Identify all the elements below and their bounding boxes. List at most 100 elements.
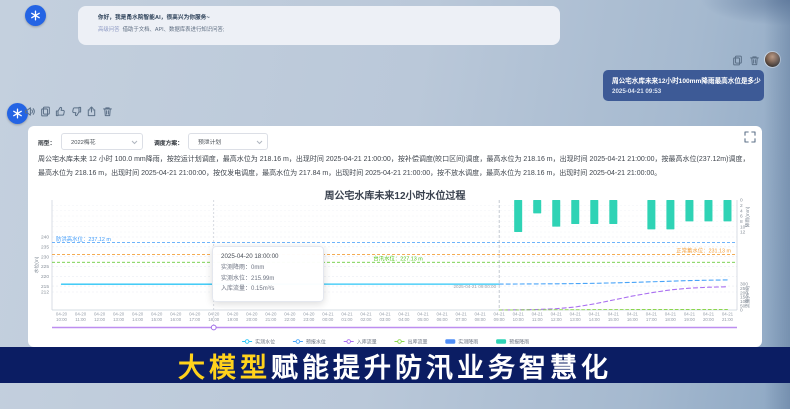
datazoom-handle[interactable] <box>211 325 216 330</box>
svg-text:04-21: 04-21 <box>532 312 544 317</box>
svg-text:08:00: 08:00 <box>475 317 487 322</box>
svg-text:04-21: 04-21 <box>703 312 715 317</box>
rain-bar <box>704 200 712 221</box>
svg-text:230: 230 <box>41 254 49 260</box>
svg-text:235: 235 <box>41 245 49 251</box>
ai-logo-icon <box>12 108 23 119</box>
copy-icon[interactable] <box>40 106 51 117</box>
chevron-down-icon <box>256 140 263 145</box>
svg-text:16:00: 16:00 <box>627 317 639 322</box>
bottom-banner: 大模型赋能提升防汛业务智慧化 <box>0 347 790 383</box>
rain-bar <box>685 200 693 221</box>
svg-text:04-20: 04-20 <box>265 312 277 317</box>
svg-text:11:00: 11:00 <box>532 317 543 322</box>
plan-label: 调度方案： <box>154 138 183 147</box>
result-panel: 雨型： 2022梅花 调度方案： 预泄计划 周公宅水库未来 12 小时 100.… <box>28 126 762 347</box>
svg-text:预报降雨: 预报降雨 <box>509 339 529 346</box>
plan-select[interactable]: 预泄计划 <box>188 133 268 150</box>
rain-bar <box>609 200 617 224</box>
svg-text:04-21: 04-21 <box>684 312 696 317</box>
tooltip-row: 实测降雨：0mm <box>221 263 315 274</box>
svg-text:10:00: 10:00 <box>56 317 68 322</box>
svg-text:台汛水位：227.13 m: 台汛水位：227.13 m <box>373 254 423 262</box>
svg-text:16:00: 16:00 <box>170 317 182 322</box>
svg-text:04-21: 04-21 <box>570 312 582 317</box>
svg-text:13:00: 13:00 <box>570 317 582 322</box>
trash-icon[interactable] <box>749 55 760 66</box>
svg-text:入库流量: 入库流量 <box>357 339 377 346</box>
forecast-summary: 周公宅水库未来 12 小时 100.0 mm降雨，按控运计划调度，最高水位为 2… <box>38 153 754 180</box>
fullscreen-icon[interactable] <box>744 131 756 143</box>
svg-text:14:00: 14:00 <box>589 317 601 322</box>
svg-text:4: 4 <box>740 208 743 214</box>
svg-text:215: 215 <box>41 284 49 290</box>
svg-text:04-21: 04-21 <box>665 312 677 317</box>
message-actions <box>732 55 760 66</box>
svg-text:15:00: 15:00 <box>151 317 163 322</box>
svg-text:04-21: 04-21 <box>322 312 334 317</box>
svg-text:04-21: 04-21 <box>646 312 658 317</box>
rain-bar <box>571 200 579 224</box>
series-预报水位 <box>499 280 727 284</box>
svg-text:00:00: 00:00 <box>322 317 334 322</box>
rain-bar <box>514 200 522 232</box>
svg-text:04-20: 04-20 <box>170 312 182 317</box>
svg-text:02:00: 02:00 <box>360 317 372 322</box>
svg-text:04-21: 04-21 <box>455 312 467 317</box>
plan-value: 预泄计划 <box>198 137 221 146</box>
app-screen: 你好，我是甬水院智能AI，很高兴为你服务~ 高级问答借助于文档、API、数据库表… <box>0 0 790 409</box>
tooltip-row: 入库流量：0.15m³/s <box>221 284 315 295</box>
rain-bar <box>647 200 655 229</box>
svg-text:04-20: 04-20 <box>132 312 144 317</box>
svg-text:防洪高水位：237.12 m: 防洪高水位：237.12 m <box>56 235 111 243</box>
svg-text:04-20: 04-20 <box>151 312 163 317</box>
user-avatar <box>765 52 780 67</box>
rain-bar <box>552 200 560 227</box>
svg-text:04-21: 04-21 <box>475 312 487 317</box>
thumbs-down-icon[interactable] <box>71 106 82 117</box>
ai-greeting-bubble: 你好，我是甬水院智能AI，很高兴为你服务~ 高级问答借助于文档、API、数据库表… <box>78 6 560 45</box>
svg-text:04-21: 04-21 <box>360 312 372 317</box>
svg-text:6: 6 <box>740 214 743 220</box>
svg-text:04-21: 04-21 <box>436 312 448 317</box>
svg-text:流量(m³/s): 流量(m³/s) <box>744 286 751 309</box>
svg-text:20:00: 20:00 <box>246 317 258 322</box>
svg-text:240: 240 <box>41 235 49 241</box>
greeting-subtitle: 高级问答借助于文档、API、数据库表进行知识问答; <box>98 25 540 33</box>
qa-mode-tag: 高级问答 <box>98 27 120 33</box>
svg-text:10:00: 10:00 <box>513 317 525 322</box>
thumbs-up-icon[interactable] <box>55 106 66 117</box>
svg-text:04-20: 04-20 <box>227 312 239 317</box>
answer-toolbar <box>24 106 113 117</box>
rain-bar <box>533 200 541 213</box>
rain-type-label: 雨型： <box>38 138 55 147</box>
svg-text:实测降雨: 实测降雨 <box>458 339 478 346</box>
svg-text:预报水位: 预报水位 <box>306 339 326 346</box>
user-message-time: 2025-04-21 09:53 <box>612 88 755 95</box>
trash-icon[interactable] <box>102 106 113 117</box>
svg-text:实测水位: 实测水位 <box>255 339 275 346</box>
copy-icon[interactable] <box>732 55 743 66</box>
svg-text:03:00: 03:00 <box>379 317 391 322</box>
svg-text:04-21: 04-21 <box>417 312 429 317</box>
svg-text:22:00: 22:00 <box>284 317 296 322</box>
svg-text:04-21: 04-21 <box>551 312 563 317</box>
export-icon[interactable] <box>86 106 97 117</box>
rain-type-select[interactable]: 2022梅花 <box>61 133 143 150</box>
svg-text:12:00: 12:00 <box>94 317 106 322</box>
svg-text:04-20: 04-20 <box>284 312 296 317</box>
banner-highlight: 大模型 <box>178 353 271 383</box>
svg-text:05:00: 05:00 <box>418 317 430 322</box>
svg-text:04-21: 04-21 <box>627 312 639 317</box>
svg-text:07:00: 07:00 <box>456 317 468 322</box>
svg-text:15:00: 15:00 <box>608 317 620 322</box>
svg-text:12:00: 12:00 <box>551 317 563 322</box>
svg-text:04-21: 04-21 <box>722 312 734 317</box>
svg-text:04-21: 04-21 <box>513 312 525 317</box>
chevron-down-icon <box>131 140 138 145</box>
svg-text:出库流量: 出库流量 <box>408 339 428 346</box>
svg-text:23:00: 23:00 <box>303 317 315 322</box>
speaker-icon[interactable] <box>24 106 35 117</box>
svg-text:04-20: 04-20 <box>189 312 201 317</box>
svg-text:212: 212 <box>41 290 49 296</box>
